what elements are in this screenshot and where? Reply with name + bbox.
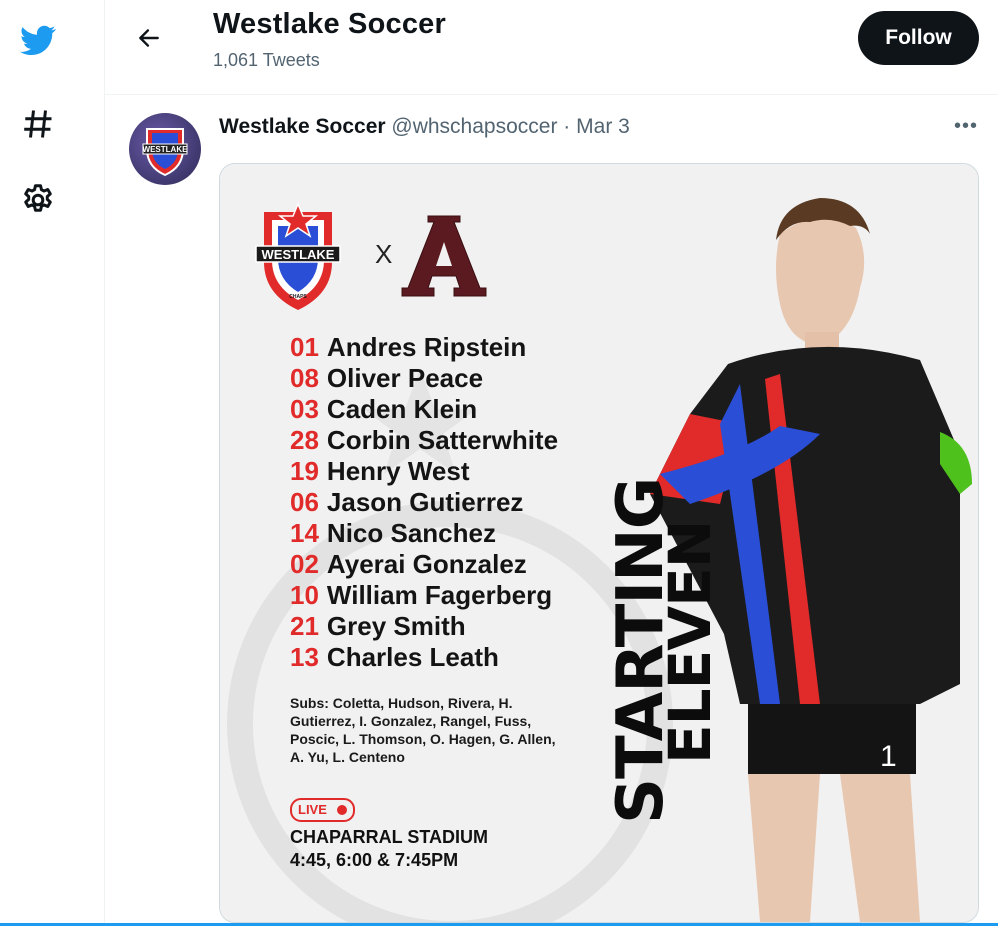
gear-icon: [24, 184, 52, 212]
lineup-row: 03 Caden Klein: [290, 394, 478, 424]
match-times: 4:45, 6:00 & 7:45PM: [290, 850, 459, 870]
avatar[interactable]: WESTLAKE: [129, 113, 201, 185]
westlake-avatar-logo: WESTLAKE: [142, 128, 189, 177]
follow-button[interactable]: Follow: [858, 11, 979, 65]
tweet-media-image[interactable]: WESTLAKE CHAPS 1 X 01 Andres Ripstein 08…: [219, 163, 979, 923]
lineup-row: 19 Henry West: [290, 456, 470, 486]
author-name[interactable]: Westlake Soccer: [219, 115, 386, 138]
tweet[interactable]: WESTLAKE Westlake Soccer @whschapsoccer …: [105, 95, 998, 926]
more-options-icon[interactable]: •••: [951, 115, 981, 139]
page-title: Westlake Soccer: [213, 8, 446, 40]
tweet-date[interactable]: Mar 3: [576, 115, 630, 138]
lineup-row: 13 Charles Leath: [290, 642, 499, 672]
meta-separator: ·: [563, 115, 571, 138]
venue-name: CHAPARRAL STADIUM: [290, 827, 488, 847]
tweet-header: Westlake Soccer @whschapsoccer · Mar 3: [219, 115, 630, 139]
starting-lineup: 01 Andres Ripstein 08 Oliver Peace 03 Caden…: [290, 332, 558, 673]
settings-button[interactable]: [14, 176, 62, 224]
svg-text:WESTLAKE: WESTLAKE: [143, 145, 189, 154]
profile-header: Westlake Soccer 1,061 Tweets Follow: [105, 0, 998, 95]
author-handle[interactable]: @whschapsoccer: [391, 115, 557, 138]
explore-button[interactable]: [14, 100, 62, 148]
lineup-row: 21 Grey Smith: [290, 611, 466, 641]
tweet-count: 1,061 Tweets: [213, 50, 320, 70]
arrow-left-icon: [139, 29, 159, 47]
headline-eleven: ELEVEN: [656, 520, 724, 764]
back-button[interactable]: [125, 14, 173, 62]
match-venue: CHAPARRAL STADIUM 4:45, 6:00 & 7:45PM: [290, 826, 488, 872]
twitter-bird-icon: [20, 25, 56, 55]
lineup-row: 08 Oliver Peace: [290, 363, 484, 393]
substitutes-list: Subs: Coletta, Hudson, Rivera, H. Gutier…: [290, 695, 556, 765]
live-dot-icon: [336, 805, 347, 815]
lineup-row: 02 Ayerai Gonzalez: [290, 549, 527, 579]
svg-text:CHAPS: CHAPS: [289, 294, 307, 300]
lineup-row: 06 Jason Gutierrez: [290, 487, 524, 517]
svg-text:WESTLAKE: WESTLAKE: [262, 247, 335, 262]
twitter-home-button[interactable]: [14, 16, 62, 64]
hashtag-icon: [24, 110, 52, 138]
left-nav: [0, 0, 105, 926]
lineup-row: 14 Nico Sanchez: [290, 518, 496, 548]
live-badge: LIVE: [290, 798, 355, 822]
lineup-row: 10 William Fagerberg: [290, 580, 553, 610]
jersey-number: 1: [880, 740, 897, 773]
lineup-row: 28 Corbin Satterwhite: [290, 425, 559, 455]
versus-text: X: [375, 239, 393, 269]
lineup-row: 01 Andres Ripstein: [290, 332, 527, 362]
